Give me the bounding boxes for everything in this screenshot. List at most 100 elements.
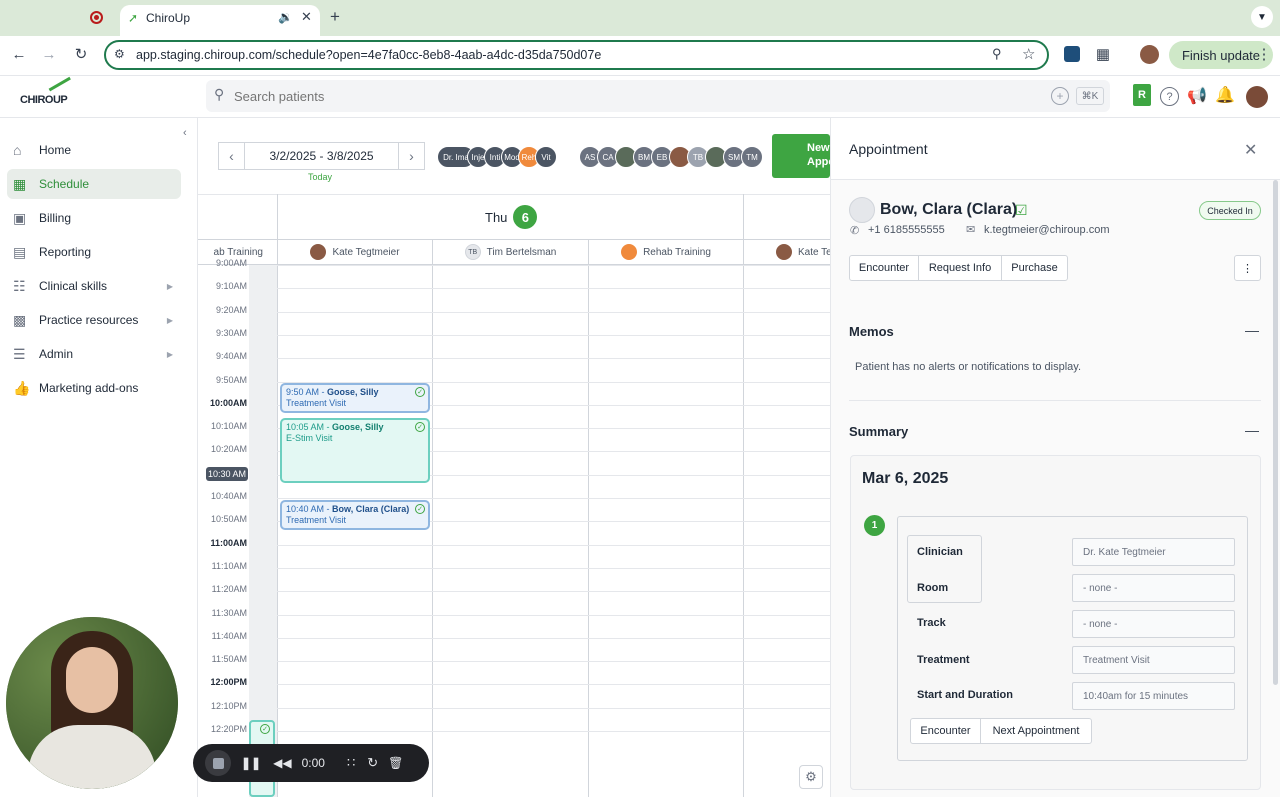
day-header: Thu 6 <box>485 205 538 229</box>
menu-icon: ☰ <box>13 345 26 362</box>
back-arrow-icon[interactable]: ← <box>10 45 28 63</box>
megaphone-icon[interactable]: 📢 <box>1187 86 1207 106</box>
sidebar-item-label: Billing <box>39 211 72 225</box>
appointment-patient: Goose, Silly <box>327 387 379 397</box>
patient-email[interactable]: k.tegtmeier@chiroup.com <box>984 224 1110 236</box>
treatment-field[interactable]: Treatment Visit <box>1072 646 1235 674</box>
next-week-button[interactable]: › <box>398 142 425 170</box>
next-appointment-button[interactable]: Next Appointment <box>980 718 1092 744</box>
bookmark-star-icon[interactable]: ☆ <box>1022 45 1035 63</box>
panel-scrollbar[interactable] <box>1273 180 1278 685</box>
trash-icon[interactable]: 🗑 <box>388 756 403 770</box>
recording-timer: 0:00 <box>301 756 325 770</box>
sidebar-item-home[interactable]: ⌂ Home <box>7 135 181 165</box>
new-appointment-button[interactable]: New Appointment <box>772 134 830 178</box>
more-options-icon[interactable]: ⋮ <box>1234 255 1261 281</box>
chevron-right-icon: ▶ <box>166 349 173 359</box>
audio-icon[interactable]: 🔉 <box>278 10 293 24</box>
rx-icon[interactable]: R <box>1133 84 1151 106</box>
sidebar-item-schedule[interactable]: ▦ Schedule <box>7 169 181 199</box>
encounter-tab[interactable]: Encounter <box>849 255 919 281</box>
close-icon[interactable]: ✕ <box>1244 140 1257 160</box>
column-divider <box>432 240 433 797</box>
patient-name[interactable]: Bow, Clara (Clara) <box>880 201 1017 219</box>
clinician-avatar[interactable]: TM <box>741 146 763 168</box>
status-badge[interactable]: Checked In <box>1199 201 1261 220</box>
prev-week-button[interactable]: ‹ <box>218 142 245 170</box>
calendar-settings-icon[interactable]: ⚙ <box>799 765 823 789</box>
puzzle-extensions-icon[interactable]: ▦ <box>1094 45 1112 63</box>
reload-icon[interactable]: ↻ <box>72 45 90 63</box>
user-avatar[interactable] <box>1246 86 1268 108</box>
address-bar[interactable]: ⚙ app.staging.chiroup.com/schedule?open=… <box>104 40 1049 70</box>
extension-icon[interactable] <box>1064 46 1080 62</box>
sidebar-item-reporting[interactable]: ▤ Reporting <box>7 237 181 267</box>
visit-index-badge: 1 <box>864 515 885 536</box>
time-gridline <box>277 684 830 686</box>
close-tab-icon[interactable]: ✕ <box>301 9 312 25</box>
profile-avatar[interactable] <box>1140 45 1159 64</box>
collapse-sidebar-icon[interactable]: ‹ <box>183 127 187 139</box>
column-header[interactable]: Kate Te <box>744 240 830 265</box>
zoom-icon[interactable]: ⚲ <box>992 46 1002 62</box>
grid-icon[interactable]: ∷ <box>347 755 355 771</box>
help-icon[interactable]: ? <box>1160 87 1179 106</box>
chiroup-logo[interactable]: CHIROUP <box>20 76 80 112</box>
column-header[interactable]: TB Tim Bertelsman <box>433 240 588 265</box>
sidebar-item-admin[interactable]: ☰ Admin ▶ <box>7 339 181 369</box>
tab-search-button[interactable]: ▼ <box>1251 6 1273 28</box>
appointment-card[interactable]: 10:05 AM - Goose, Silly E-Stim Visit ✓ <box>280 418 430 483</box>
restart-icon[interactable]: ↻ <box>367 755 378 771</box>
collapse-summary-icon[interactable]: — <box>1245 422 1259 438</box>
clinician-photo <box>310 244 327 260</box>
stop-icon[interactable] <box>205 750 231 776</box>
column-header[interactable]: Rehab Training <box>589 240 743 265</box>
time-label: 9:10AM <box>215 281 247 292</box>
clinician-photo <box>776 244 792 260</box>
site-info-icon[interactable]: ⚙ <box>114 47 125 61</box>
sidebar-item-clinical-skills[interactable]: ☷ Clinical skills ▶ <box>7 271 181 301</box>
rewind-icon[interactable]: ◀◀ <box>273 756 291 770</box>
filter-chip[interactable]: Vit <box>535 146 557 168</box>
appointment-card[interactable]: 10:40 AM - Bow, Clara (Clara) Treatment … <box>280 500 430 530</box>
forward-arrow-icon[interactable]: → <box>40 45 58 63</box>
track-field[interactable]: - none - <box>1072 610 1235 638</box>
pause-icon[interactable]: ❚❚ <box>241 756 261 770</box>
search-input[interactable] <box>234 86 1014 106</box>
recording-indicator-icon[interactable] <box>90 11 103 24</box>
time-label: 11:40AM <box>211 630 247 641</box>
new-tab-button[interactable]: + <box>330 7 340 27</box>
request-info-tab[interactable]: Request Info <box>918 255 1002 281</box>
appointment-time: 10:40 AM - <box>286 504 333 514</box>
url-text[interactable]: app.staging.chiroup.com/schedule?open=4e… <box>136 48 601 62</box>
current-time-marker: 10:30 AM <box>206 466 248 481</box>
purchase-tab[interactable]: Purchase <box>1001 255 1068 281</box>
calendar-grid <box>198 194 830 797</box>
browser-menu-icon[interactable]: ⋮ <box>1257 45 1272 63</box>
clinician-field[interactable]: Dr. Kate Tegtmeier <box>1072 538 1235 566</box>
room-field[interactable]: - none - <box>1072 574 1235 602</box>
encounter-button[interactable]: Encounter <box>910 718 981 744</box>
date-range[interactable]: 3/2/2025 - 3/8/2025 <box>244 142 399 170</box>
browser-tab[interactable]: ➚ ChiroUp 🔉 ✕ <box>120 5 320 36</box>
checked-icon: ✓ <box>415 387 425 397</box>
patient-search[interactable]: ⚲ + ⌘K <box>206 80 1110 112</box>
checked-icon: ✓ <box>415 504 425 514</box>
time-label: 12:00PM <box>210 677 247 688</box>
column-header[interactable]: Kate Tegtmeier <box>278 240 432 265</box>
chiroup-favicon: ➚ <box>128 11 139 25</box>
appointment-card[interactable]: 9:50 AM - Goose, Silly Treatment Visit ✓ <box>280 383 430 413</box>
sidebar-item-billing[interactable]: ▣ Billing <box>7 203 181 233</box>
today-link[interactable]: Today <box>308 172 332 182</box>
sidebar-item-marketing[interactable]: 👍 Marketing add-ons <box>7 373 181 403</box>
sidebar-item-label: Practice resources <box>39 313 139 327</box>
bell-icon[interactable]: 🔔 <box>1215 85 1235 105</box>
patient-avatar[interactable] <box>849 197 875 223</box>
start-duration-field[interactable]: 10:40am for 15 minutes <box>1072 682 1235 710</box>
collapse-memos-icon[interactable]: — <box>1245 322 1259 338</box>
sidebar-item-practice-resources[interactable]: ▩ Practice resources ▶ <box>7 305 181 335</box>
day-number-badge[interactable]: 6 <box>513 205 538 229</box>
patient-phone[interactable]: +1 6185555555 <box>868 224 945 236</box>
home-icon: ⌂ <box>13 142 22 158</box>
add-circle-icon[interactable]: + <box>1051 87 1069 105</box>
